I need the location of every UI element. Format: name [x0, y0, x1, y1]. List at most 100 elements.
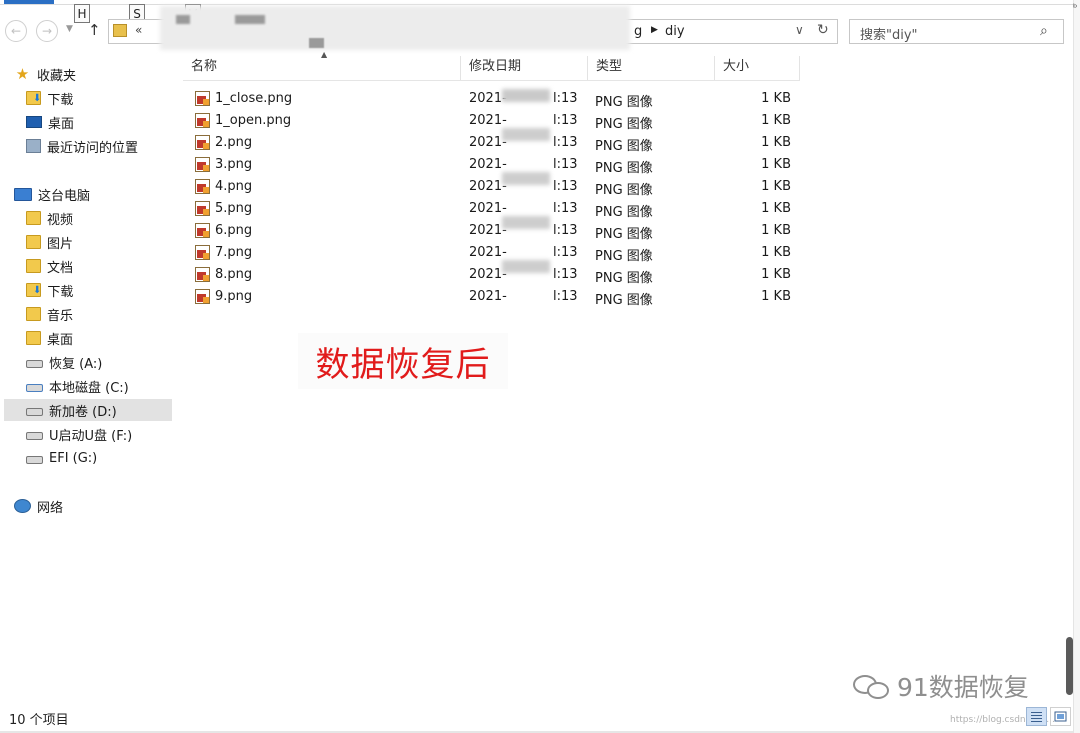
download-arrow-icon: ⬇ — [33, 284, 42, 296]
large-icons-view-button[interactable] — [1050, 707, 1071, 726]
sidebar-item-label: 下载 — [47, 92, 74, 108]
sidebar-item-label: EFI (G:) — [49, 450, 98, 466]
sidebar-this-pc[interactable]: 这台电脑 — [4, 183, 172, 205]
sidebar-network[interactable]: 网络 — [4, 495, 172, 517]
search-icon[interactable]: ⌕ — [1040, 23, 1048, 39]
file-size: 1 KB — [761, 113, 791, 128]
file-row[interactable]: 1_close.png 2021- l:13 PNG 图像 1 KB — [183, 88, 800, 110]
redacted-date — [502, 128, 550, 141]
search-placeholder: 搜索"diy" — [860, 28, 918, 43]
recent-places-icon — [26, 139, 41, 153]
sidebar-item-desktop-pc[interactable]: 桌面 — [4, 327, 172, 349]
file-type: PNG 图像 — [595, 271, 653, 286]
file-date-suffix: l:13 — [553, 135, 578, 150]
documents-folder-icon — [26, 259, 41, 273]
watermark-text: 91数据恢复 — [897, 673, 1029, 702]
scrollbar-thumb[interactable] — [1066, 637, 1073, 695]
png-file-icon — [195, 223, 210, 238]
folder-icon — [113, 24, 127, 37]
column-header-date[interactable]: 修改日期 — [461, 56, 588, 80]
back-button[interactable]: ← — [5, 20, 27, 42]
refresh-icon[interactable]: ↻ — [817, 22, 829, 38]
file-date-prefix: 2021- — [469, 245, 507, 260]
file-row[interactable]: 6.png 2021- l:13 PNG 图像 1 KB — [183, 220, 800, 242]
sidebar-item-label: 桌面 — [48, 116, 75, 132]
sidebar-item-documents[interactable]: 文档 — [4, 255, 172, 277]
address-history-dropdown-icon[interactable]: ∨ — [795, 23, 804, 37]
forward-arrow-icon: → — [41, 24, 53, 38]
breadcrumb-separator-icon[interactable]: ▶ — [651, 25, 658, 35]
sidebar-favorites[interactable]: ★ 收藏夹 — [4, 63, 172, 85]
drive-icon — [26, 360, 43, 368]
file-date-prefix: 2021- — [469, 289, 507, 304]
file-date-suffix: l:13 — [553, 91, 578, 106]
file-size: 1 KB — [761, 267, 791, 282]
file-row[interactable]: 2.png 2021- l:13 PNG 图像 1 KB — [183, 132, 800, 154]
forward-button[interactable]: → — [36, 20, 58, 42]
sidebar-item-desktop[interactable]: 桌面 — [4, 111, 172, 133]
search-box[interactable]: 搜索"diy" ⌕ — [849, 19, 1064, 44]
sidebar-item-label: 文档 — [47, 260, 74, 276]
redacted-date — [502, 89, 550, 102]
sidebar-item-videos[interactable]: 视频 — [4, 207, 172, 229]
details-view-icon — [1031, 712, 1042, 722]
file-type: PNG 图像 — [595, 249, 653, 264]
png-file-icon — [195, 289, 210, 304]
download-arrow-icon: ⬇ — [33, 92, 42, 104]
file-name: 2.png — [215, 135, 253, 150]
sidebar-item-downloads[interactable]: ⬇ 下载 — [4, 87, 172, 109]
sidebar-item-downloads-pc[interactable]: ⬇ 下载 — [4, 279, 172, 301]
png-file-icon — [195, 245, 210, 260]
details-view-button[interactable] — [1026, 707, 1047, 726]
column-header-name[interactable]: 名称 — [183, 56, 461, 80]
sidebar-item-drive-f[interactable]: U启动U盘 (F:) — [4, 423, 172, 445]
computer-icon — [14, 187, 32, 201]
sidebar-item-drive-c[interactable]: 本地磁盘 (C:) — [4, 375, 172, 397]
sidebar-item-label: 音乐 — [47, 308, 74, 324]
sidebar-item-music[interactable]: 音乐 — [4, 303, 172, 325]
file-size: 1 KB — [761, 201, 791, 216]
ribbon-divider — [0, 4, 1080, 5]
redacted-mark — [235, 15, 265, 24]
sidebar-item-label: 最近访问的位置 — [47, 140, 139, 156]
file-type: PNG 图像 — [595, 205, 653, 220]
sidebar-item-label: 恢复 (A:) — [49, 356, 103, 372]
file-date-suffix: l:13 — [553, 113, 578, 128]
address-parent-segment[interactable]: g — [634, 24, 642, 39]
system-drive-icon — [26, 384, 43, 392]
recent-locations-dropdown-icon[interactable]: ▼ — [66, 24, 73, 34]
png-file-icon — [195, 267, 210, 282]
file-name: 9.png — [215, 289, 253, 304]
sidebar-item-label: 视频 — [47, 212, 74, 228]
file-row[interactable]: 3.png 2021- l:13 PNG 图像 1 KB — [183, 154, 800, 176]
file-date-suffix: l:13 — [553, 289, 578, 304]
sidebar-item-drive-g[interactable]: EFI (G:) — [4, 447, 172, 469]
png-file-icon — [195, 91, 210, 106]
up-one-level-button[interactable]: ↑ — [88, 21, 101, 39]
column-header-size[interactable]: 大小 — [715, 56, 800, 80]
address-overflow-chevron[interactable]: « — [135, 23, 142, 37]
file-row[interactable]: 7.png 2021- l:13 PNG 图像 1 KB — [183, 242, 800, 264]
png-file-icon — [195, 113, 210, 128]
ribbon-expand-icon[interactable]: ᵇ — [1073, 3, 1077, 14]
redacted-date — [502, 172, 550, 185]
file-row[interactable]: 1_open.png 2021- l:13 PNG 图像 1 KB — [183, 110, 800, 132]
file-row[interactable]: 8.png 2021- l:13 PNG 图像 1 KB — [183, 264, 800, 286]
sidebar-item-label: U启动U盘 (F:) — [49, 428, 133, 444]
sidebar-item-drive-d[interactable]: 新加卷 (D:) — [4, 399, 172, 421]
sidebar-item-drive-a[interactable]: 恢复 (A:) — [4, 351, 172, 373]
drive-icon — [26, 408, 43, 416]
column-header-type[interactable]: 类型 — [588, 56, 715, 80]
address-current-folder[interactable]: diy — [665, 24, 685, 39]
usb-drive-icon — [26, 432, 43, 440]
redacted-date — [502, 216, 550, 229]
file-type: PNG 图像 — [595, 117, 653, 132]
file-row[interactable]: 5.png 2021- l:13 PNG 图像 1 KB — [183, 198, 800, 220]
sidebar-item-pictures[interactable]: 图片 — [4, 231, 172, 253]
file-row[interactable]: 9.png 2021- l:13 PNG 图像 1 KB — [183, 286, 800, 308]
file-name: 3.png — [215, 157, 253, 172]
file-row[interactable]: 4.png 2021- l:13 PNG 图像 1 KB — [183, 176, 800, 198]
file-name: 5.png — [215, 201, 253, 216]
drive-icon — [26, 456, 43, 464]
sidebar-item-recent-places[interactable]: 最近访问的位置 — [4, 135, 172, 157]
